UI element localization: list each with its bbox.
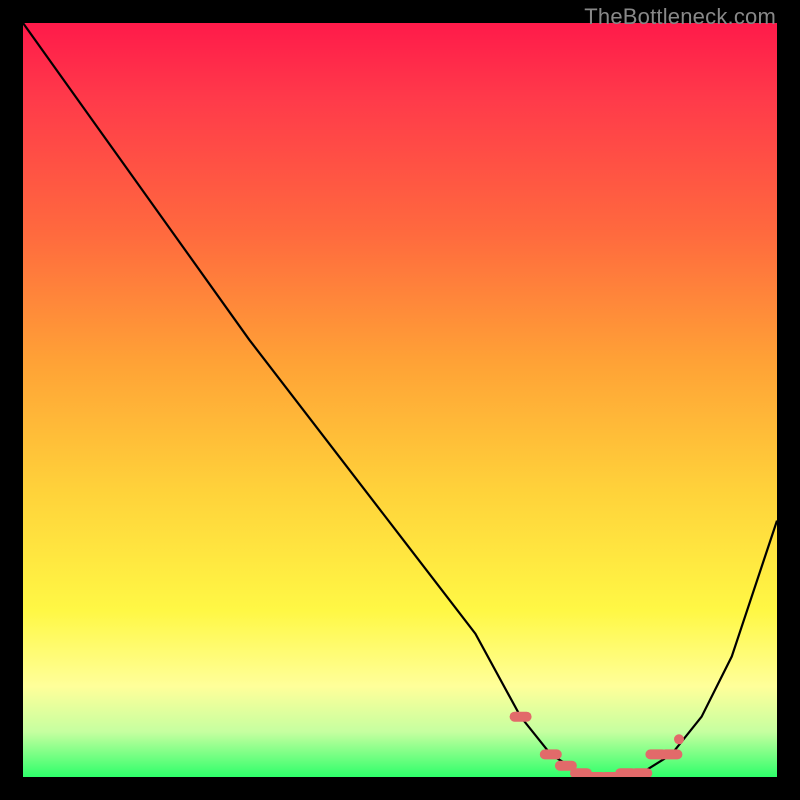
watermark-text: TheBottleneck.com — [584, 4, 776, 30]
chart-frame: TheBottleneck.com — [0, 0, 800, 800]
plot-gradient-background — [23, 23, 777, 777]
